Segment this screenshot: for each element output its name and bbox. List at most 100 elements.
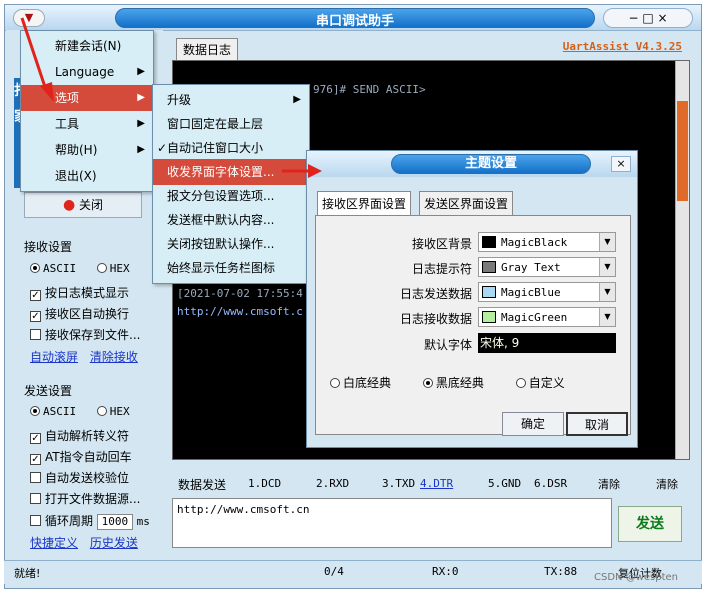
dialog-title: 主题设置 [391, 154, 591, 174]
menu-item-label: Language [55, 65, 115, 79]
watermark: CSDN @wespten [594, 572, 678, 583]
ok-button[interactable]: 确定 [502, 412, 564, 436]
setting-row: 接收区背景 MagicBlack ▼ [316, 232, 632, 254]
color-swatch [482, 286, 496, 298]
setting-label: 日志接收数据 [399, 312, 472, 326]
select-value: MagicGreen [501, 311, 568, 324]
loop-checkbox[interactable] [30, 515, 41, 526]
send-input[interactable]: http://www.cmsoft.cn [172, 498, 612, 548]
tab-send-ui[interactable]: 发送区界面设置 [419, 191, 514, 215]
theme-black-radio[interactable] [422, 378, 433, 388]
signal-dtr[interactable]: 4.DTR [420, 477, 453, 490]
annotation-arrow-icon [282, 164, 322, 178]
send-settings-title: 发送设置 [24, 384, 73, 398]
menu-item-label: 选项 [55, 91, 80, 105]
log-send-select[interactable]: MagicBlue ▼ [478, 282, 616, 302]
theme-white-radio[interactable] [330, 378, 340, 388]
at-cr-checkbox[interactable]: ✓ [30, 454, 41, 465]
menu-item-always-on-top[interactable]: 窗口固定在最上层 [153, 111, 309, 137]
menu-item-default-send[interactable]: 发送框中默认内容... [153, 207, 309, 233]
submenu-arrow-icon: ▶ [137, 118, 145, 129]
recv-settings-title: 接收设置 [24, 240, 73, 254]
scroll-thumb[interactable] [677, 101, 688, 201]
send-ascii-radio[interactable] [30, 406, 40, 416]
title-pill: 串口调试助手 [115, 8, 595, 29]
shortcut-link[interactable]: 快捷定义 [30, 536, 78, 550]
font-picker[interactable]: 宋体, 9 [478, 333, 616, 353]
menu-item-help[interactable]: 帮助(H) ▶ [21, 137, 153, 163]
signal-rxd[interactable]: 2.RXD [316, 477, 349, 490]
font-label: 默认字体 [423, 338, 472, 352]
log-scrollbar[interactable] [675, 61, 689, 459]
cancel-button[interactable]: 取消 [566, 412, 628, 436]
setting-label: 接收区背景 [411, 237, 472, 251]
signal-gnd[interactable]: 5.GND [488, 477, 521, 490]
setting-label: 日志发送数据 [399, 287, 472, 301]
log-line: [2021-07-02 17:55:4 [177, 287, 303, 300]
dialog-close-button[interactable]: × [611, 156, 631, 172]
period-input[interactable]: 1000 [96, 514, 133, 530]
checksum-checkbox[interactable] [30, 472, 41, 483]
submenu-arrow-icon: ▶ [137, 66, 145, 77]
theme-radio-group: 白底经典 黑底经典 自定义 [330, 374, 565, 391]
menu-item-exit[interactable]: 退出(X) [21, 163, 153, 189]
tab-data-send[interactable]: 数据发送 [178, 476, 226, 493]
escape-checkbox[interactable]: ✓ [30, 433, 41, 444]
clear-recv-link[interactable]: 清除接收 [90, 350, 138, 364]
close-port-label: 关闭 [79, 198, 104, 212]
tab-recv-ui[interactable]: 接收区界面设置 [317, 191, 412, 215]
menu-item-label: 新建会话(N) [55, 39, 122, 53]
setting-row: 日志发送数据 MagicBlue ▼ [316, 282, 632, 304]
recv-hex-radio[interactable] [96, 263, 107, 273]
clear-all-button[interactable]: 清除 [656, 476, 678, 492]
recv-save-checkbox[interactable] [30, 329, 41, 340]
menu-item-label: 升级 [167, 93, 192, 107]
send-hex-label: HEX [109, 405, 130, 418]
menu-item-label: 报文分包设置选项... [167, 189, 275, 203]
log-mode-checkbox[interactable]: ✓ [30, 290, 41, 301]
auto-scroll-link[interactable]: 自动滚屏 [30, 350, 78, 364]
signal-dsr[interactable]: 6.DSR [534, 477, 567, 490]
theme-dialog: 主题设置 × 接收区界面设置 发送区界面设置 接收区背景 MagicBlack … [306, 150, 638, 448]
dialog-title-bar: 主题设置 × [307, 151, 637, 177]
select-value: MagicBlack [501, 236, 568, 249]
period-unit: ms [136, 515, 150, 528]
log-prompt-select[interactable]: Gray Text ▼ [478, 257, 616, 277]
menu-item-close-action[interactable]: 关闭按钮默认操作... [153, 231, 309, 257]
clear-send-button[interactable]: 清除 [598, 476, 620, 492]
setting-label: 日志提示符 [411, 262, 472, 276]
color-swatch [482, 311, 496, 323]
chevron-down-icon: ▼ [599, 308, 615, 326]
log-recv-select[interactable]: MagicGreen ▼ [478, 307, 616, 327]
submenu-arrow-icon: ▶ [137, 92, 145, 103]
window-controls[interactable]: − □ × [603, 8, 693, 28]
signal-txd[interactable]: 3.TXD [382, 477, 415, 490]
theme-black-label: 黑底经典 [435, 376, 484, 390]
options-submenu: 升级 ▶ 窗口固定在最上层 ✓自动记住窗口大小 收发界面字体设置... 报文分包设… [152, 84, 310, 284]
history-link[interactable]: 历史发送 [90, 536, 138, 550]
menu-item-tools[interactable]: 工具 ▶ [21, 111, 153, 137]
recv-bg-select[interactable]: MagicBlack ▼ [478, 232, 616, 252]
menu-item-remember-size[interactable]: ✓自动记住窗口大小 [153, 135, 309, 161]
signal-dcd[interactable]: 1.DCD [248, 477, 281, 490]
menu-item-packet-split[interactable]: 报文分包设置选项... [153, 183, 309, 209]
close-port-button[interactable]: ● 关闭 [24, 192, 142, 218]
recv-save-label: 接收保存到文件... [45, 328, 141, 342]
file-source-checkbox[interactable] [30, 493, 41, 504]
recv-wrap-checkbox[interactable]: ✓ [30, 311, 41, 322]
send-hex-radio[interactable] [96, 406, 107, 416]
menu-item-taskbar-icon[interactable]: 始终显示任务栏图标 [153, 255, 309, 281]
menu-item-label: 窗口固定在最上层 [167, 117, 264, 131]
color-swatch [482, 236, 496, 248]
loop-label: 循环周期 [45, 514, 94, 528]
menu-item-upgrade[interactable]: 升级 ▶ [153, 87, 309, 113]
menu-item-label: 工具 [55, 117, 80, 131]
tab-data-log[interactable]: 数据日志 [176, 38, 239, 60]
setting-row: 日志提示符 Gray Text ▼ [316, 257, 632, 279]
send-button[interactable]: 发送 [618, 506, 682, 542]
log-line: 976]# SEND ASCII> [313, 83, 426, 96]
version-link[interactable]: UartAssist V4.3.25 [563, 40, 682, 53]
escape-label: 自动解析转义符 [45, 429, 130, 443]
theme-custom-radio[interactable] [515, 378, 526, 388]
recv-ascii-radio[interactable] [30, 263, 40, 273]
